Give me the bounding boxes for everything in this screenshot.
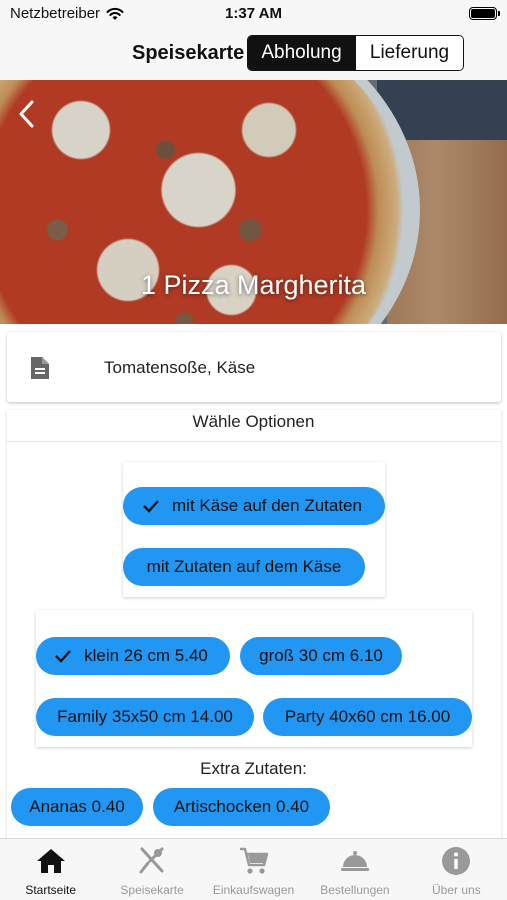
cutlery-icon [139, 847, 164, 874]
chip-label: mit Zutaten auf dem Käse [146, 557, 342, 576]
tab-menu[interactable]: Speisekarte [101, 839, 202, 900]
tab-label: Einkaufswagen [212, 883, 295, 897]
segment-delivery[interactable]: Lieferung [355, 36, 463, 70]
chip-label: klein 26 cm 5.40 [84, 646, 208, 665]
home-icon [36, 849, 65, 873]
size-small[interactable]: klein 26 cm 5.40 [36, 637, 230, 675]
tab-label: Startseite [25, 883, 77, 897]
chip-label: groß 30 cm 6.10 [259, 646, 383, 665]
option-toppings-on-cheese[interactable]: mit Zutaten auf dem Käse [123, 548, 365, 586]
extras-heading: Extra Zutaten: [200, 759, 307, 778]
chip-label: Ananas 0.40 [29, 797, 125, 816]
chip-label: Family 35x50 cm 14.00 [57, 707, 233, 726]
battery-icon [469, 7, 500, 20]
product-hero-image: 1 Pizza Margherita [0, 80, 507, 324]
ingredients-text: Tomatensoße, Käse [104, 358, 256, 377]
info-icon [442, 847, 471, 875]
nav-bar: Speisekarte Abholung Lieferung [0, 28, 507, 80]
tab-label: Speisekarte [120, 883, 184, 897]
cloche-icon [340, 851, 369, 871]
tab-label: Über uns [431, 883, 481, 897]
product-title: 1 Pizza Margherita [140, 270, 367, 300]
tab-bar: Startseite Speisekarte Einkaufswagen Bes… [0, 838, 507, 900]
extra-artichokes[interactable]: Artischocken 0.40 [153, 788, 330, 826]
page-title: Speisekarte [132, 42, 245, 64]
checkmark-icon [55, 650, 71, 663]
tab-orders[interactable]: Bestellungen [304, 839, 405, 900]
chip-label: mit Käse auf den Zutaten [172, 496, 362, 515]
size-family[interactable]: Family 35x50 cm 14.00 [36, 698, 254, 736]
ingredients-card: Tomatensoße, Käse [7, 332, 501, 402]
tab-cart[interactable]: Einkaufswagen [203, 839, 304, 900]
status-bar: Netzbetreiber 1:37 AM [0, 0, 507, 28]
extra-pineapple[interactable]: Ananas 0.40 [11, 788, 143, 826]
checkmark-icon [143, 500, 159, 513]
size-large[interactable]: groß 30 cm 6.10 [240, 637, 402, 675]
tab-label: Bestellungen [320, 883, 390, 897]
chip-label: Artischocken 0.40 [173, 797, 310, 816]
size-party[interactable]: Party 40x60 cm 16.00 [263, 698, 472, 736]
options-heading: Wähle Optionen [192, 412, 315, 431]
segment-pickup[interactable]: Abholung [248, 36, 355, 70]
document-icon [31, 357, 49, 379]
chip-label: Party 40x60 cm 16.00 [284, 707, 451, 726]
back-chevron-icon[interactable] [14, 98, 42, 130]
option-cheese-on-toppings[interactable]: mit Käse auf den Zutaten [123, 487, 385, 525]
cart-icon [239, 847, 268, 874]
delivery-mode-segmented-control: Abholung Lieferung [247, 35, 464, 71]
tab-home[interactable]: Startseite [0, 839, 101, 900]
divider [7, 441, 501, 442]
clock: 1:37 AM [225, 5, 282, 22]
tab-about[interactable]: Über uns [406, 839, 507, 900]
